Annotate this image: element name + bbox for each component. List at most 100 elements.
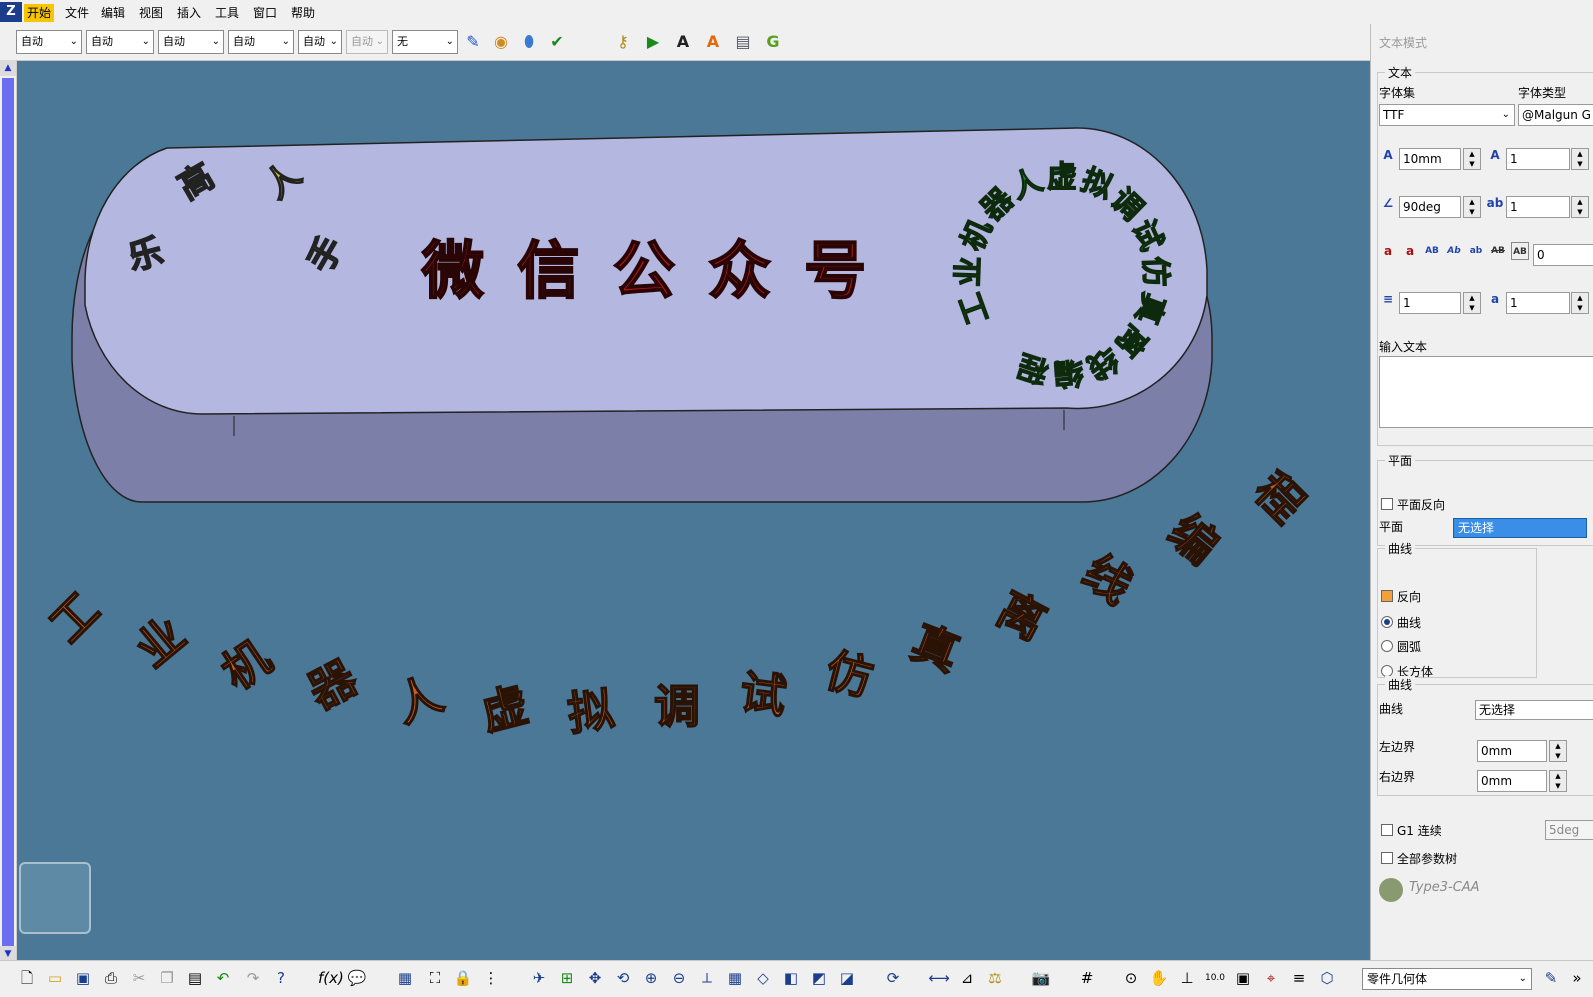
update-icon[interactable]: ⟳	[882, 966, 904, 990]
line-type-combo[interactable]: 自动 ⌄	[158, 30, 224, 54]
axis-icon[interactable]: ⊥	[1176, 966, 1198, 990]
point-type-combo[interactable]: 自动 ⌄	[228, 30, 294, 54]
arc-radio[interactable]	[1381, 640, 1393, 652]
menu-insert[interactable]: 插入	[174, 4, 204, 22]
line-width-combo[interactable]: 自动 ⌄	[86, 30, 154, 54]
camera-icon[interactable]: 📷	[1030, 966, 1052, 990]
scroll-up-icon[interactable]: ▲	[0, 60, 16, 76]
cut-icon[interactable]: ✂	[128, 966, 150, 990]
offset-field[interactable]: 1	[1506, 292, 1570, 314]
zoom-out-icon[interactable]: ⊖	[668, 966, 690, 990]
snap-icon[interactable]: ⊙	[1120, 966, 1142, 990]
menu-tools[interactable]: 工具	[212, 4, 242, 22]
copy-icon[interactable]: ❐	[156, 966, 178, 990]
left-scrollbar[interactable]: ▲ ▼	[0, 60, 17, 962]
swap-space-icon[interactable]: ◪	[836, 966, 858, 990]
menu-window[interactable]: 窗口	[250, 4, 280, 22]
subscript-icon[interactable]: a	[1401, 242, 1419, 260]
input-text-area[interactable]	[1379, 356, 1593, 428]
check-icon[interactable]: ✔	[546, 30, 568, 54]
curve-select-field[interactable]: 无选择	[1475, 700, 1593, 720]
char-spacing-spin-icon[interactable]: ▲ ▼	[1571, 196, 1589, 218]
left-bound-spin-icon[interactable]: ▲ ▼	[1549, 740, 1567, 762]
menu-file[interactable]: 文件	[62, 4, 92, 22]
measure-item-icon[interactable]: ⊿	[956, 966, 978, 990]
right-bound-field[interactable]: 0mm	[1477, 770, 1547, 792]
width-ratio-spin-icon[interactable]: ▲ ▼	[1571, 148, 1589, 170]
comment-icon[interactable]: 💬	[346, 966, 368, 990]
constraint-icon[interactable]: ⌖	[1260, 966, 1282, 990]
char-height-field[interactable]: 10mm	[1399, 148, 1461, 170]
rotate-icon[interactable]: ⟲	[612, 966, 634, 990]
offset-spin-icon[interactable]: ▲ ▼	[1571, 292, 1589, 314]
3d-viewport[interactable]: 微 信 公 众 号 乐 高 人 手 工业机器人虚拟调试仿真离线编程 工业机器人虚…	[17, 60, 1370, 960]
decimal-icon[interactable]: 10.0	[1204, 966, 1226, 990]
char-angle-field[interactable]: 90deg	[1399, 196, 1461, 218]
formula-icon[interactable]: f(x)	[318, 966, 344, 990]
line-spacing-field[interactable]: 1	[1399, 292, 1461, 314]
more-icon[interactable]: »	[1566, 966, 1588, 990]
line-spacing-spin-icon[interactable]: ▲ ▼	[1463, 292, 1481, 314]
part-body-icon[interactable]: ⬡	[1316, 966, 1338, 990]
lock-icon[interactable]: 🔒	[452, 966, 474, 990]
fit-all-icon[interactable]: ⊞	[556, 966, 578, 990]
table-icon[interactable]: ▦	[394, 966, 416, 990]
save-icon[interactable]: ▣	[72, 966, 94, 990]
open-folder-icon[interactable]: ▭	[44, 966, 66, 990]
text-a-icon[interactable]: A	[672, 30, 694, 54]
uppercase-icon[interactable]: AB	[1423, 242, 1441, 260]
layer-icon[interactable]: ▣	[1232, 966, 1254, 990]
char-height-spin-icon[interactable]: ▲ ▼	[1463, 148, 1481, 170]
mass-icon[interactable]: ⚖	[984, 966, 1006, 990]
char-angle-spin-icon[interactable]: ▲ ▼	[1463, 196, 1481, 218]
print-icon[interactable]: ⎙	[100, 966, 122, 990]
undo-icon[interactable]: ↶	[212, 966, 234, 990]
key-icon[interactable]: ⚷	[612, 30, 634, 54]
multi-view-icon[interactable]: ▦	[724, 966, 746, 990]
help-icon[interactable]: ?	[270, 966, 292, 990]
strikethrough-icon[interactable]: AB	[1489, 242, 1507, 260]
menu-edit[interactable]: 编辑	[98, 4, 128, 22]
menu-view[interactable]: 视图	[136, 4, 166, 22]
sketch-icon[interactable]: ✎	[1540, 966, 1562, 990]
redo-icon[interactable]: ↷	[242, 966, 264, 990]
style-field[interactable]: 0	[1533, 244, 1593, 266]
line-color-combo[interactable]: 自动 ⌄	[16, 30, 82, 54]
hand-icon[interactable]: ✋	[1148, 966, 1170, 990]
toolbox-icon[interactable]: ▤	[732, 30, 754, 54]
italic-icon[interactable]: Ab	[1445, 242, 1463, 260]
lowercase-icon[interactable]: ab	[1467, 242, 1485, 260]
list-icon[interactable]: ≡	[1288, 966, 1310, 990]
right-bound-spin-icon[interactable]: ▲ ▼	[1549, 770, 1567, 792]
curve-radio[interactable]	[1381, 616, 1393, 628]
menu-help[interactable]: 帮助	[288, 4, 318, 22]
fly-icon[interactable]: ✈	[528, 966, 550, 990]
layer-combo[interactable]: 自动 ⌄	[298, 30, 342, 54]
menu-start[interactable]: 开始	[24, 4, 55, 22]
select-g-icon[interactable]: ▶	[642, 30, 664, 54]
all-params-checkbox[interactable]	[1381, 852, 1393, 864]
plane-reverse-checkbox[interactable]	[1381, 498, 1393, 510]
parameter-icon[interactable]: ⋮	[480, 966, 502, 990]
eraser-icon[interactable]: ⬮	[518, 30, 540, 54]
g1-checkbox[interactable]	[1381, 824, 1393, 836]
aa-text-icon[interactable]: A	[702, 30, 724, 54]
tree-icon[interactable]: ⛶	[424, 966, 446, 990]
paint-brush-icon[interactable]: ✎	[462, 30, 484, 54]
bold-icon[interactable]: AB	[1511, 242, 1529, 260]
pan-icon[interactable]: ✥	[584, 966, 606, 990]
hide-show-icon[interactable]: ◩	[808, 966, 830, 990]
font-type-select[interactable]: @Malgun G	[1518, 104, 1593, 126]
part-body-combo[interactable]: 零件几何体 ⌄	[1362, 968, 1532, 990]
iso-view-icon[interactable]: ◇	[752, 966, 774, 990]
font-set-select[interactable]: TTF ⌄	[1379, 104, 1515, 126]
reverse-checkbox[interactable]	[1381, 590, 1393, 602]
plane-select-field[interactable]: 无选择	[1453, 518, 1587, 538]
grid-icon[interactable]: #	[1076, 966, 1098, 990]
width-ratio-field[interactable]: 1	[1506, 148, 1570, 170]
app-logo-icon[interactable]: Z	[0, 2, 22, 22]
zoom-in-icon[interactable]: ⊕	[640, 966, 662, 990]
measure-icon[interactable]: ⟷	[928, 966, 950, 990]
new-file-icon[interactable]: 🗋	[16, 966, 38, 990]
paste-icon[interactable]: ▤	[184, 966, 206, 990]
